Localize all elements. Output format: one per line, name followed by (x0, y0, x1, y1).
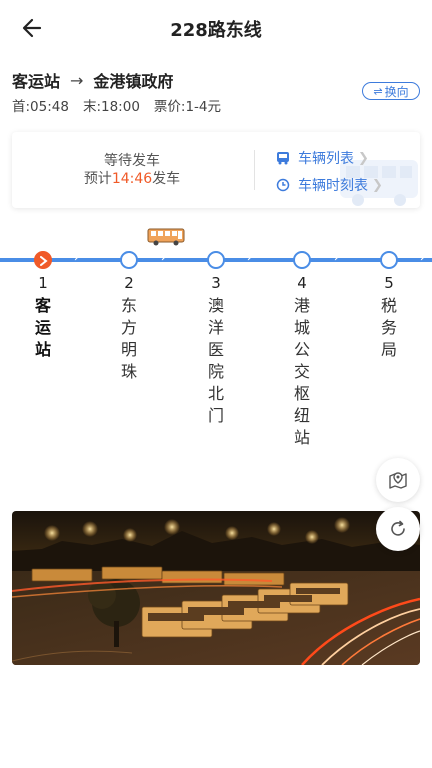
stop-number: 3 (211, 274, 221, 292)
route-line-diagram: › › › › › 1 客运站 2 东方明珠 3 澳洋医院北门 4 港城公交枢纽… (0, 222, 432, 452)
estimated-departure: 预计14:46发车 (12, 170, 252, 188)
stop-number: 5 (384, 274, 394, 292)
direction-arrow-icon: › (246, 253, 252, 264)
stop-marker[interactable] (207, 251, 225, 269)
bus-icon (277, 152, 289, 165)
stop-name[interactable]: 税务局 (377, 295, 401, 361)
route-arrow: → (70, 70, 84, 90)
refresh-button[interactable] (376, 507, 420, 551)
vehicle-timetable-link[interactable]: 车辆时刻表 ❯ (276, 175, 383, 195)
app-header: 228路东线 (0, 0, 432, 56)
stop-name[interactable]: 客运站 (31, 295, 55, 361)
direction-arrow-icon: › (333, 253, 339, 264)
stop-number: 1 (38, 274, 48, 292)
eta-prefix: 预计 (83, 171, 112, 187)
route-direction: 客运站 → 金港镇政府 (12, 68, 173, 92)
last-bus-time: 末:18:00 (82, 99, 140, 115)
direction-arrow-icon: › (419, 253, 425, 264)
vehicle-timetable-label: 车辆时刻表 (298, 178, 368, 194)
chevron-right-icon: ❯ (372, 177, 383, 193)
stop-name[interactable]: 澳洋医院北门 (204, 295, 228, 427)
status-card: 等待发车 预计14:46发车 车辆列表 ❯ 车辆时刻表 ❯ (12, 132, 420, 208)
bus-depot-night-photo (12, 511, 420, 665)
switch-direction-button[interactable]: ⇌ 换向 (362, 82, 420, 100)
stop-number: 4 (297, 274, 307, 292)
map-button[interactable] (376, 458, 420, 502)
stop-marker[interactable] (380, 251, 398, 269)
route-origin: 客运站 (12, 72, 61, 91)
stop-name[interactable]: 东方明珠 (117, 295, 141, 383)
stop-marker[interactable] (120, 251, 138, 269)
eta-time: 14:46 (111, 171, 153, 187)
fare-info: 票价:1-4元 (153, 99, 222, 115)
vehicle-list-label: 车辆列表 (298, 151, 354, 167)
stop-number: 2 (124, 274, 134, 292)
stop-name[interactable]: 港城公交枢纽站 (290, 295, 314, 449)
chevron-right-icon: ❯ (358, 150, 369, 166)
direction-arrow-icon: › (160, 253, 166, 264)
refresh-icon (391, 520, 405, 536)
schedule-info: 首:05:48 末:18:00 票价:1-4元 (12, 95, 221, 115)
card-divider (254, 150, 255, 190)
bus-position-icon (147, 228, 185, 246)
eta-suffix: 发车 (152, 171, 181, 187)
map-pin-icon (389, 472, 407, 489)
departure-status: 等待发车 (104, 153, 160, 169)
stop-marker-current[interactable] (34, 251, 52, 269)
switch-direction-label: 换向 (384, 84, 409, 99)
first-bus-time: 首:05:48 (12, 99, 69, 115)
vehicle-list-link[interactable]: 车辆列表 ❯ (276, 148, 369, 168)
clock-icon (276, 178, 290, 192)
route-destination: 金港镇政府 (93, 72, 174, 91)
page-title: 228路东线 (170, 20, 262, 41)
stop-marker[interactable] (293, 251, 311, 269)
direction-arrow-icon: › (73, 253, 79, 264)
wait-status: 等待发车 预计14:46发车 (12, 152, 252, 188)
play-arrow-icon (40, 256, 48, 266)
swap-icon: ⇌ (373, 84, 383, 98)
